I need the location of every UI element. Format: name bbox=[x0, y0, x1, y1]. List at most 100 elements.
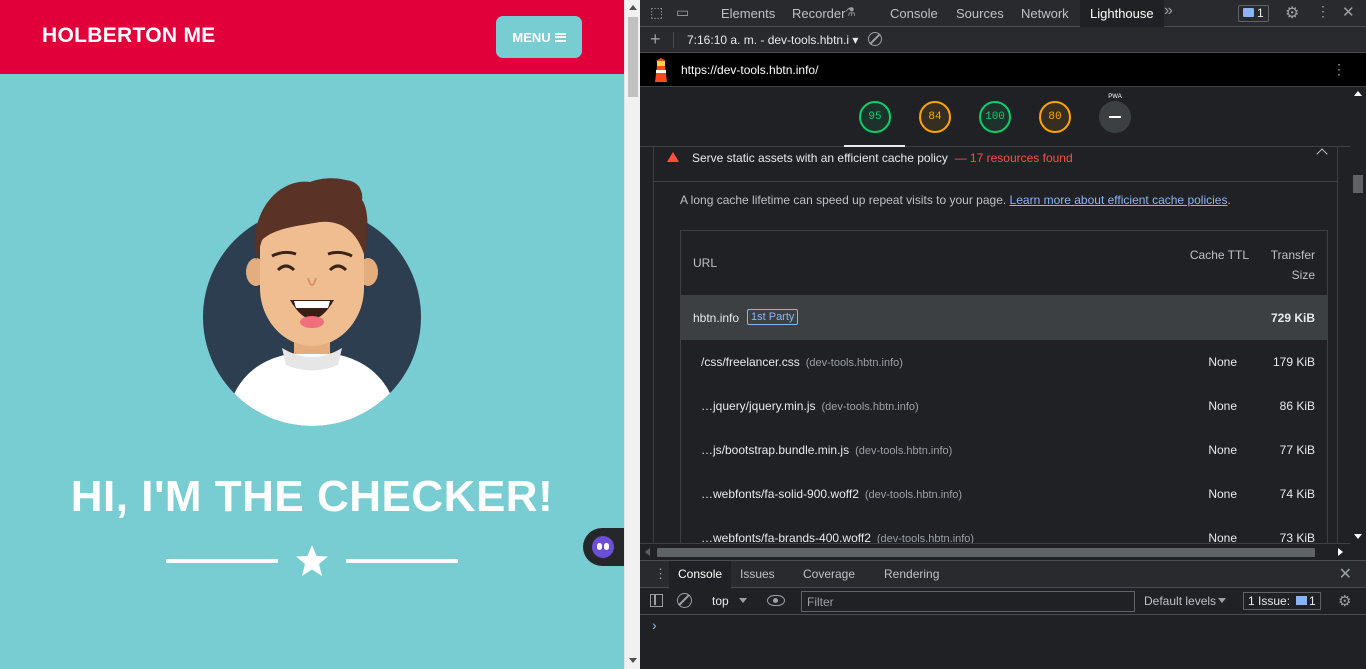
context-chevron-down-icon[interactable] bbox=[739, 598, 747, 603]
drawer-tab-console[interactable]: Console bbox=[669, 561, 732, 588]
tab-lighthouse[interactable]: Lighthouse bbox=[1080, 0, 1164, 27]
issues-count: 1 bbox=[1257, 6, 1264, 20]
audit-title-text: Serve static assets with an efficient ca… bbox=[692, 151, 948, 165]
gauge-seo[interactable]: 80 bbox=[1039, 101, 1071, 133]
message-icon bbox=[1243, 8, 1254, 17]
learn-more-link[interactable]: Learn more about efficient cache policie… bbox=[1010, 193, 1228, 207]
report-vertical-scrollbar[interactable] bbox=[1350, 87, 1366, 543]
console-toolbar: top Default levels 1 Issue: 1 ⚙ bbox=[640, 588, 1366, 615]
table-row: …webfonts/fa-brands-400.woff2 (dev-tools.… bbox=[681, 516, 1327, 543]
close-icon[interactable]: ✕ bbox=[1342, 3, 1355, 21]
console-issues-count: 1 bbox=[1309, 594, 1316, 608]
divider-line-right bbox=[346, 559, 458, 563]
gear-icon[interactable]: ⚙ bbox=[1285, 3, 1299, 23]
resource-size: 73 KiB bbox=[1279, 531, 1315, 543]
resource-path: …webfonts/fa-solid-900.woff2 bbox=[701, 487, 859, 501]
inspect-element-icon[interactable]: ⬚ bbox=[650, 4, 663, 21]
resource-path: …jquery/jquery.min.js bbox=[701, 399, 816, 413]
context-select[interactable]: top bbox=[712, 594, 729, 608]
resource-host: (dev-tools.hbtn.info) bbox=[805, 357, 903, 369]
kebab-menu-icon[interactable]: ⋮ bbox=[1316, 3, 1330, 20]
resource-url[interactable]: …jquery/jquery.min.js (dev-tools.hbtn.inf… bbox=[701, 399, 919, 413]
page-scrollbar[interactable] bbox=[624, 0, 640, 669]
tab-elements[interactable]: Elements bbox=[721, 0, 775, 27]
more-tabs-icon[interactable]: » bbox=[1164, 2, 1173, 20]
resource-url[interactable]: …webfonts/fa-solid-900.woff2 (dev-tools.h… bbox=[701, 487, 962, 501]
audit-title: Serve static assets with an efficient ca… bbox=[692, 151, 1073, 165]
tab-recorder[interactable]: Recorder bbox=[792, 0, 845, 27]
report-select[interactable]: 7:16:10 a. m. - dev-tools.hbtn.i ▾ bbox=[687, 33, 858, 47]
drawer-tab-issues[interactable]: Issues bbox=[740, 561, 775, 588]
resource-size: 74 KiB bbox=[1279, 487, 1315, 501]
report-horizontal-scrollbar[interactable] bbox=[640, 543, 1350, 560]
console-issues-button[interactable]: 1 Issue: 1 bbox=[1243, 592, 1321, 610]
resource-ttl: None bbox=[1208, 531, 1237, 543]
resource-ttl: None bbox=[1208, 443, 1237, 457]
gauge-best-practices[interactable]: 100 bbox=[979, 101, 1011, 133]
device-toolbar-icon[interactable]: ▭ bbox=[676, 4, 689, 21]
table-row: /css/freelancer.css (dev-tools.hbtn.info)… bbox=[681, 340, 1327, 384]
console-sidebar-icon[interactable] bbox=[650, 594, 663, 607]
scroll-up-icon[interactable] bbox=[629, 5, 637, 10]
brand-link[interactable]: HOLBERTON ME bbox=[42, 24, 216, 48]
resource-url[interactable]: …webfonts/fa-brands-400.woff2 (dev-tools.… bbox=[701, 531, 974, 543]
lighthouse-logo-icon bbox=[655, 58, 667, 82]
resource-url[interactable]: /css/freelancer.css (dev-tools.hbtn.info) bbox=[701, 355, 903, 369]
report-scrollbar-thumb[interactable] bbox=[1353, 175, 1363, 193]
message-icon bbox=[1296, 596, 1308, 605]
drawer-tab-bar: ⋮ Console Issues Coverage Rendering ✕ bbox=[640, 560, 1366, 588]
gauge-pwa[interactable]: PWA bbox=[1099, 94, 1131, 133]
resource-host: (dev-tools.hbtn.info) bbox=[821, 401, 919, 413]
tab-network[interactable]: Network bbox=[1021, 0, 1069, 27]
score-gauges: 95 84 100 80 PWA bbox=[640, 87, 1350, 147]
console-prompt[interactable]: › bbox=[652, 617, 657, 633]
drawer-menu-icon[interactable]: ⋮ bbox=[654, 566, 667, 582]
group-size: 729 KiB bbox=[1270, 311, 1315, 325]
close-drawer-icon[interactable]: ✕ bbox=[1339, 564, 1352, 584]
page-viewport: HOLBERTON ME MENU HI, I'M THE CHECKER! bbox=[0, 0, 624, 669]
drawer-tab-rendering[interactable]: Rendering bbox=[884, 561, 939, 588]
tab-sources[interactable]: Sources bbox=[956, 0, 1004, 27]
issues-badge[interactable]: 1 bbox=[1238, 5, 1269, 22]
log-levels-select[interactable]: Default levels bbox=[1144, 594, 1216, 608]
gauge-accessibility[interactable]: 84 bbox=[919, 101, 951, 133]
column-header-size: Transfer Size bbox=[1270, 248, 1315, 282]
console-filter-input[interactable] bbox=[801, 591, 1135, 612]
devtools-panel: ⬚ ▭ Elements Recorder ⚗ Console Sources … bbox=[640, 0, 1366, 669]
clear-console-icon[interactable] bbox=[677, 593, 692, 608]
scroll-left-icon[interactable] bbox=[645, 548, 650, 556]
menu-button[interactable]: MENU bbox=[496, 16, 582, 58]
resource-ttl: None bbox=[1208, 399, 1237, 413]
console-settings-gear-icon[interactable]: ⚙ bbox=[1338, 592, 1351, 610]
new-report-icon[interactable]: + bbox=[650, 29, 661, 50]
divider-line-left bbox=[166, 559, 278, 563]
lighthouse-toolbar: + 7:16:10 a. m. - dev-tools.hbtn.i ▾ bbox=[640, 27, 1366, 53]
resource-url[interactable]: …js/bootstrap.bundle.min.js (dev-tools.hb… bbox=[701, 443, 952, 457]
levels-chevron-down-icon[interactable] bbox=[1218, 598, 1226, 603]
gauge-performance[interactable]: 95 bbox=[859, 101, 891, 133]
column-header-url: URL bbox=[693, 256, 718, 270]
report-menu-icon[interactable]: ⋮ bbox=[1332, 61, 1346, 78]
chevron-up-icon[interactable] bbox=[1316, 148, 1328, 160]
resource-size: 179 KiB bbox=[1272, 355, 1315, 369]
assistant-widget-button[interactable] bbox=[583, 528, 624, 566]
hamburger-icon bbox=[554, 32, 566, 42]
report-url-bar: https://dev-tools.hbtn.info/ ⋮ bbox=[640, 53, 1366, 87]
clear-reports-icon[interactable] bbox=[868, 32, 882, 46]
page-scrollbar-thumb[interactable] bbox=[628, 17, 638, 97]
issues-label: 1 Issue: bbox=[1248, 594, 1291, 608]
scroll-right-icon[interactable] bbox=[1338, 548, 1343, 556]
resource-path: /css/freelancer.css bbox=[701, 355, 800, 369]
scroll-down-icon[interactable] bbox=[1354, 534, 1362, 539]
scroll-up-icon[interactable] bbox=[1354, 91, 1362, 96]
tab-console[interactable]: Console bbox=[890, 0, 938, 27]
horizontal-scrollbar-thumb[interactable] bbox=[657, 548, 1315, 557]
flask-icon: ⚗ bbox=[845, 5, 856, 19]
report-url: https://dev-tools.hbtn.info/ bbox=[681, 63, 819, 77]
drawer-tab-coverage[interactable]: Coverage bbox=[803, 561, 855, 588]
audit-header[interactable]: Serve static assets with an efficient ca… bbox=[654, 147, 1337, 182]
live-expression-eye-icon[interactable] bbox=[767, 595, 785, 606]
scroll-down-icon[interactable] bbox=[629, 658, 637, 663]
resource-host: (dev-tools.hbtn.info) bbox=[855, 445, 953, 457]
resource-size: 77 KiB bbox=[1279, 443, 1315, 457]
